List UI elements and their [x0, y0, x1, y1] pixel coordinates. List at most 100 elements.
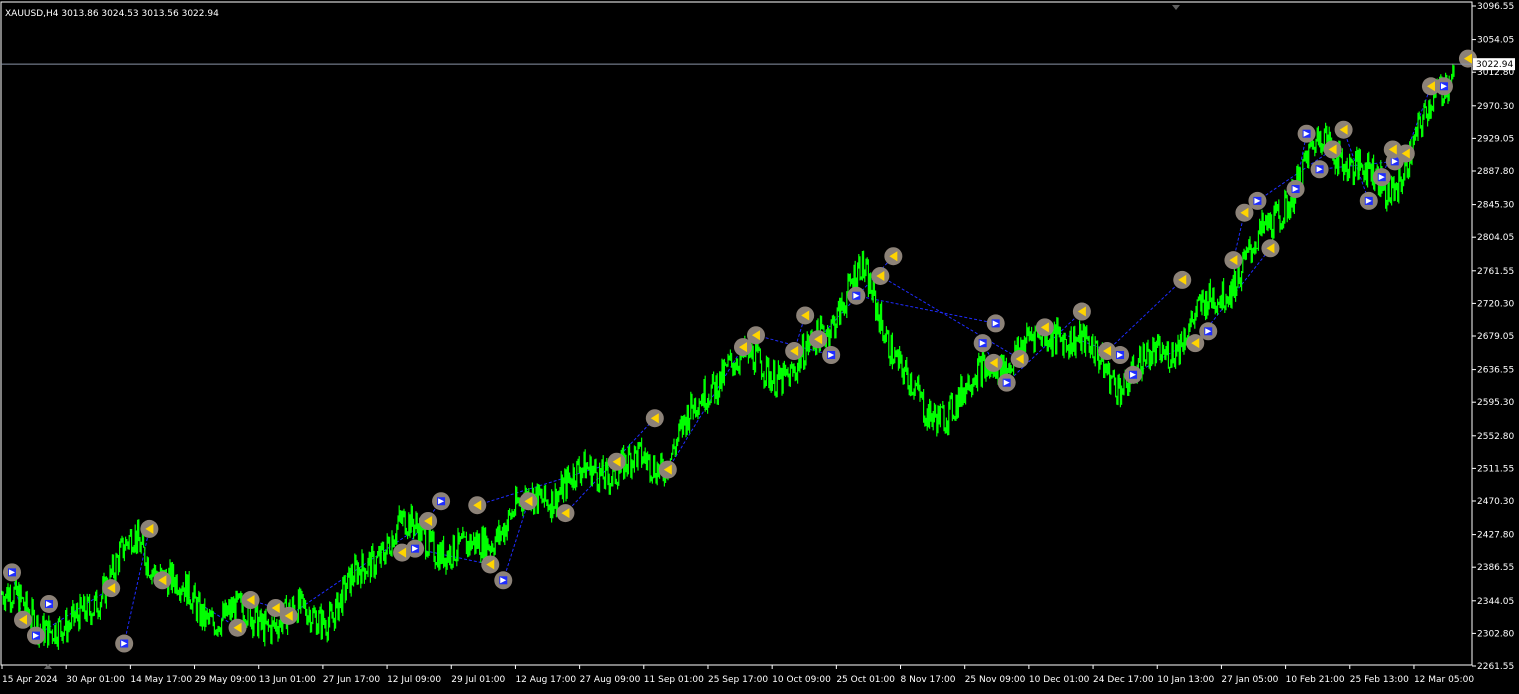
price-tick-label: 2552.80: [1477, 432, 1514, 442]
buy-arrow-marker[interactable]: [115, 634, 134, 653]
buy-arrow-marker[interactable]: [1310, 160, 1329, 179]
buy-arrow-marker[interactable]: [494, 571, 513, 590]
sell-arrow-marker[interactable]: [556, 504, 575, 523]
sell-arrow-marker[interactable]: [153, 571, 172, 590]
price-axis: 3096.553054.053012.802970.302929.052887.…: [1472, 2, 1514, 672]
buy-arrow-marker[interactable]: [1297, 124, 1316, 143]
time-tick-label: 30 Apr 01:00: [66, 675, 125, 685]
price-tick-label: 2970.30: [1477, 102, 1514, 112]
time-tick-label: 25 Oct 01:00: [836, 675, 895, 685]
buy-arrow-marker[interactable]: [27, 626, 45, 645]
time-tick-label: 8 Nov 17:00: [901, 675, 956, 685]
price-tick-label: 3096.55: [1477, 2, 1514, 12]
time-tick-label: 27 Jun 17:00: [323, 675, 380, 685]
price-chart[interactable]: XAUUSD,H4 3013.86 3024.53 3013.56 3022.9…: [0, 0, 1519, 694]
sell-arrow-marker[interactable]: [393, 543, 412, 562]
sell-arrow-marker[interactable]: [645, 409, 664, 428]
sell-arrow-marker[interactable]: [809, 330, 828, 349]
price-tick-label: 2720.30: [1477, 299, 1514, 309]
sell-arrow-marker[interactable]: [984, 353, 1003, 372]
buy-arrow-marker[interactable]: [986, 314, 1005, 333]
buy-arrow-marker[interactable]: [822, 346, 841, 365]
sell-arrow-marker[interactable]: [884, 247, 903, 266]
time-tick-label: 29 Jul 01:00: [451, 675, 505, 685]
sell-arrow-marker[interactable]: [733, 338, 752, 357]
sell-arrow-marker[interactable]: [1323, 140, 1342, 159]
time-tick-label: 14 May 17:00: [130, 675, 192, 685]
price-tick-label: 2511.55: [1477, 464, 1514, 474]
sell-arrow-marker[interactable]: [140, 519, 159, 538]
time-tick-label: 15 Apr 2024: [2, 675, 58, 685]
price-tick-label: 2470.30: [1477, 497, 1514, 507]
buy-arrow-marker[interactable]: [1359, 191, 1378, 210]
sell-arrow-marker[interactable]: [1261, 239, 1280, 258]
price-tick-label: 2887.80: [1477, 167, 1514, 177]
buy-arrow-marker[interactable]: [973, 334, 992, 353]
sell-arrow-marker[interactable]: [1098, 342, 1117, 361]
sell-arrow-marker[interactable]: [871, 266, 890, 285]
buy-arrow-marker[interactable]: [1286, 180, 1305, 199]
sell-arrow-marker[interactable]: [468, 496, 487, 515]
buy-arrow-marker[interactable]: [40, 594, 58, 613]
sell-arrow-marker[interactable]: [1072, 302, 1091, 321]
sell-arrow-marker[interactable]: [1173, 270, 1192, 289]
sell-arrow-marker[interactable]: [14, 610, 32, 629]
sell-arrow-marker[interactable]: [1224, 251, 1243, 270]
sell-arrow-marker[interactable]: [519, 492, 538, 511]
sell-arrow-marker[interactable]: [607, 452, 626, 471]
trade-markers: [3, 49, 1477, 653]
price-tick-label: 2261.55: [1477, 662, 1514, 672]
time-tick-label: 13 Jun 01:00: [259, 675, 316, 685]
price-tick-label: 2427.80: [1477, 531, 1514, 541]
price-tick-label: 2344.05: [1477, 597, 1514, 607]
buy-arrow-marker[interactable]: [3, 563, 21, 582]
sell-arrow-marker[interactable]: [1035, 318, 1054, 337]
sell-arrow-marker[interactable]: [1235, 203, 1254, 222]
sell-arrow-marker[interactable]: [228, 618, 247, 637]
sell-arrow-marker[interactable]: [481, 555, 500, 574]
chart-window[interactable]: XAUUSD,H4 3013.86 3024.53 3013.56 3022.9…: [0, 0, 1519, 694]
price-tick-label: 2804.05: [1477, 233, 1514, 243]
sell-arrow-marker[interactable]: [1383, 140, 1402, 159]
price-tick-label: 2595.30: [1477, 398, 1514, 408]
time-tick-label: 25 Nov 09:00: [965, 675, 1026, 685]
sell-arrow-marker[interactable]: [658, 460, 677, 479]
buy-arrow-marker[interactable]: [1124, 365, 1143, 384]
time-axis: 15 Apr 2024 30 Apr 01:00 14 May 17:00 29 Ma…: [1, 665, 1474, 685]
sell-arrow-marker[interactable]: [102, 579, 121, 598]
price-tick-label: 2761.55: [1477, 267, 1514, 277]
buy-arrow-marker[interactable]: [997, 373, 1016, 392]
price-tick-label: 2636.55: [1477, 366, 1514, 376]
time-tick-label: 12 Aug 17:00: [515, 675, 576, 685]
sell-arrow-marker[interactable]: [1010, 349, 1029, 368]
time-tick-label: 10 Jan 13:00: [1157, 675, 1214, 685]
buy-arrow-marker[interactable]: [847, 286, 866, 305]
sell-arrow-marker[interactable]: [1334, 120, 1353, 139]
price-tick-label: 2302.80: [1477, 629, 1514, 639]
buy-arrow-marker[interactable]: [1372, 168, 1391, 187]
price-tick-label: 2929.05: [1477, 134, 1514, 144]
time-tick-label: 10 Dec 01:00: [1029, 675, 1090, 685]
chart-shift-marker[interactable]: [1172, 5, 1180, 10]
time-tick-label: 12 Mar 05:00: [1414, 675, 1474, 685]
sell-arrow-marker[interactable]: [1421, 77, 1440, 96]
sell-arrow-marker[interactable]: [796, 306, 815, 325]
price-tick-label: 2679.05: [1477, 332, 1514, 342]
price-series: [1, 63, 1455, 650]
plot-frame: [0, 1, 1473, 666]
time-tick-label: 24 Dec 17:00: [1093, 675, 1154, 685]
time-tick-label: 25 Feb 13:00: [1350, 675, 1409, 685]
time-tick-label: 27 Aug 09:00: [580, 675, 641, 685]
price-tick-label: 2845.30: [1477, 201, 1514, 211]
time-tick-label: 11 Sep 01:00: [644, 675, 704, 685]
sell-arrow-marker[interactable]: [1186, 334, 1205, 353]
sell-arrow-marker[interactable]: [785, 342, 804, 361]
price-bars: [1, 63, 1455, 650]
sell-arrow-marker[interactable]: [241, 591, 260, 610]
time-tick-label: 10 Oct 09:00: [772, 675, 831, 685]
time-tick-label: 27 Jan 05:00: [1221, 675, 1278, 685]
symbol-info: XAUUSD,H4 3013.86 3024.53 3013.56 3022.9…: [5, 9, 219, 19]
sell-arrow-marker[interactable]: [419, 511, 438, 530]
buy-arrow-marker[interactable]: [432, 492, 451, 511]
sell-arrow-marker[interactable]: [266, 598, 285, 617]
